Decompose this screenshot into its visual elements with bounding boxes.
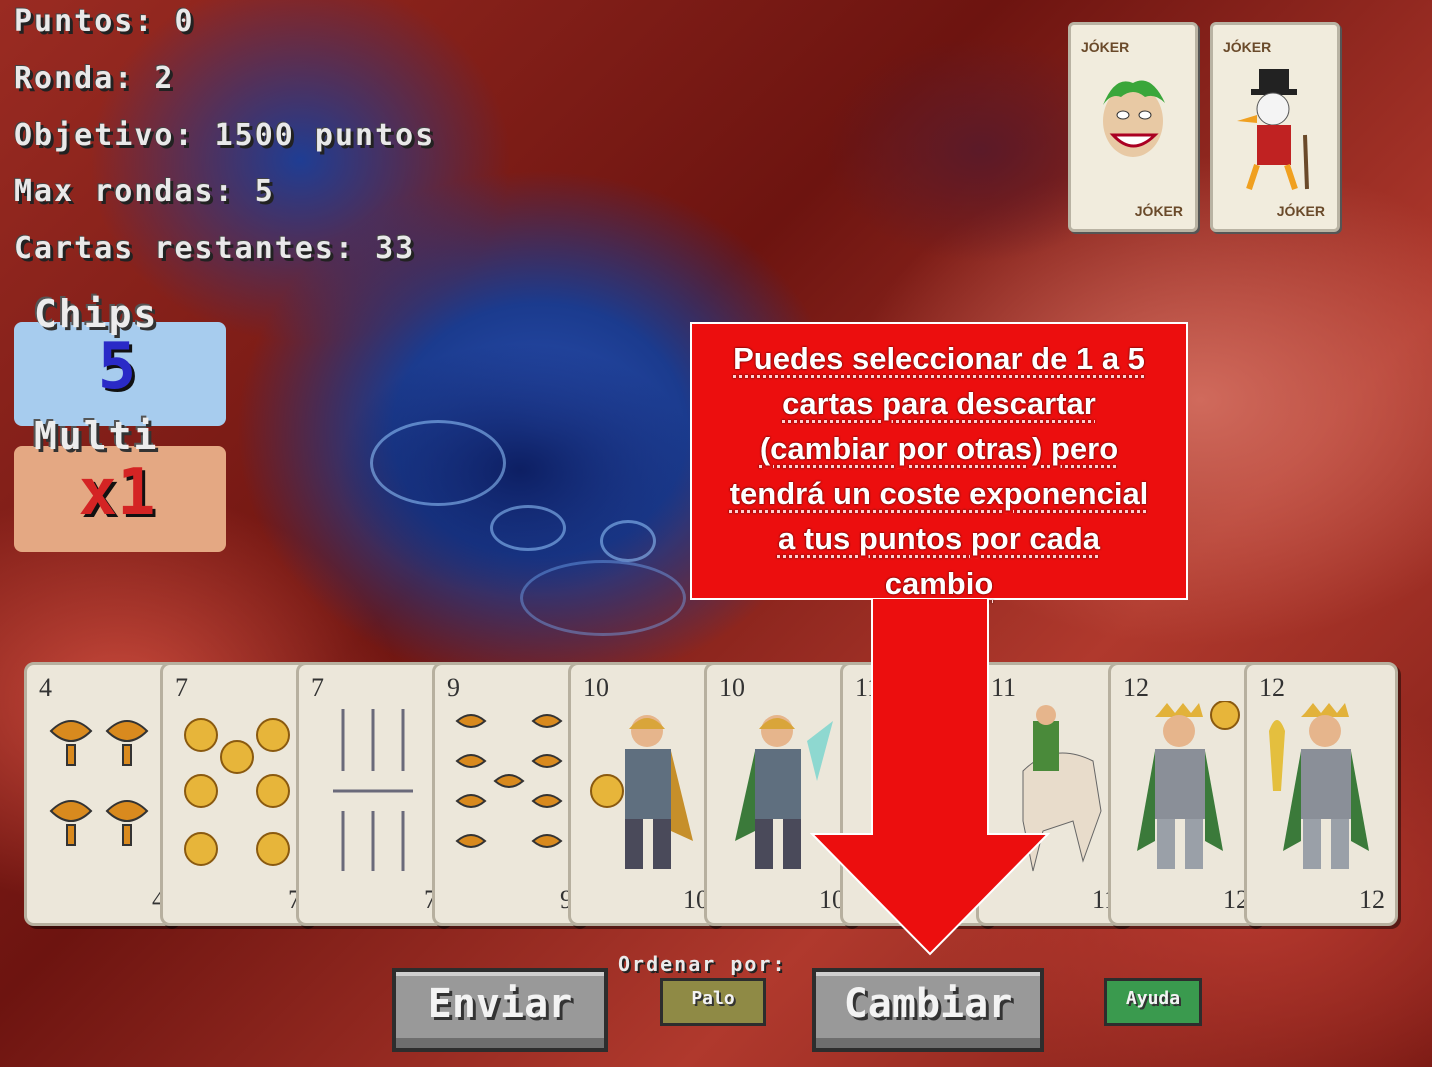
tooltip-line: a tus puntos por cada (777, 521, 1101, 556)
joker-card-2[interactable]: JÓKER JÓKER (1210, 22, 1340, 232)
help-button[interactable]: Ayuda (1104, 978, 1202, 1026)
hand-card-2[interactable]: 7 7 (160, 662, 314, 926)
send-button[interactable]: Enviar (392, 968, 608, 1052)
swords-icon (333, 709, 413, 871)
knight-page-icon (590, 715, 693, 869)
hand-card-1[interactable]: 4 4 (24, 662, 178, 926)
tooltip-line: cartas para descartar (782, 386, 1096, 421)
max-rounds-text: Max rondas: 5 (14, 174, 275, 209)
duck-tycoon-icon (1237, 69, 1309, 190)
tooltip-line: Puedes seleccionar de 1 a 5 (733, 341, 1145, 376)
objective-text: Objetivo: 1500 puntos (14, 118, 436, 153)
sort-label: Ordenar por: (618, 952, 787, 976)
change-button[interactable]: Cambiar (812, 968, 1044, 1052)
tooltip-line: cambio (884, 566, 994, 601)
joker-footer: JÓKER (1276, 203, 1325, 219)
joker-footer: JÓKER (1134, 203, 1183, 219)
cups-icon (455, 714, 563, 848)
joker-title: JÓKER (1081, 39, 1130, 55)
sort-suit-button[interactable]: Palo (660, 978, 766, 1026)
card-rank: 7 (311, 673, 324, 702)
hand-card-3[interactable]: 7 7 (296, 662, 450, 926)
hand-card-9[interactable]: 12 12 (1108, 662, 1262, 926)
round-text: Ronda: 2 (14, 61, 175, 96)
card-rank: 12 (1123, 673, 1149, 702)
card-rank: 4 (39, 673, 52, 702)
tutorial-tooltip: Puedes seleccionar de 1 a 5 cartas para … (690, 322, 1188, 601)
card-rank: 7 (175, 673, 188, 702)
card-rank: 12 (1259, 673, 1285, 702)
card-rank: 10 (583, 673, 609, 702)
hand-card-10[interactable]: 12 12 (1244, 662, 1398, 926)
card-rank: 10 (719, 673, 745, 702)
cards-left-text: Cartas restantes: 33 (14, 231, 416, 266)
tooltip-line: tendrá un coste exponencial (729, 476, 1149, 511)
hand-card-5[interactable]: 10 10 (568, 662, 722, 926)
tooltip-line: (cambiar por otras) pero (759, 431, 1119, 466)
king-icon (1269, 703, 1369, 869)
card-rank: 12 (1359, 885, 1385, 914)
cups-icon (49, 720, 149, 846)
joker-card-1[interactable]: JÓKER JÓKER (1068, 22, 1198, 232)
joker-face-icon (1103, 80, 1165, 157)
multi-value: x1 (78, 456, 156, 530)
points-text: Puntos: 0 (14, 4, 195, 39)
card-rank: 9 (447, 673, 460, 702)
king-icon (1137, 701, 1240, 869)
chips-value: 5 (97, 330, 137, 404)
coins-icon (184, 718, 290, 866)
hand-card-4[interactable]: 9 9 (432, 662, 586, 926)
multi-label: Multi (34, 414, 159, 458)
down-arrow-icon (810, 598, 1050, 956)
joker-title: JÓKER (1223, 39, 1272, 55)
